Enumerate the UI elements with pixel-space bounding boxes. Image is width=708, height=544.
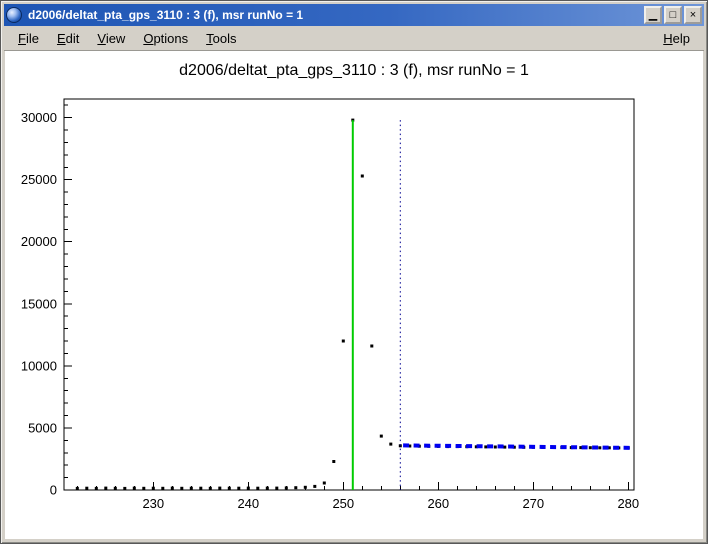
minimize-button[interactable]: ▁	[644, 6, 662, 24]
window-controls: ▁ □ ×	[644, 6, 702, 24]
x-axis: 230 240 250 260 270 280	[77, 482, 639, 511]
svg-text:20000: 20000	[21, 234, 57, 249]
svg-text:10000: 10000	[21, 358, 57, 373]
menu-file[interactable]: File	[9, 28, 48, 49]
svg-text:270: 270	[522, 496, 544, 511]
plot-frame	[64, 99, 634, 490]
menu-edit[interactable]: Edit	[48, 28, 88, 49]
app-icon	[6, 7, 22, 23]
menu-bar: File Edit View Options Tools Help	[4, 26, 704, 51]
svg-text:240: 240	[237, 496, 259, 511]
svg-text:250: 250	[332, 496, 354, 511]
svg-text:280: 280	[617, 496, 639, 511]
menu-tools[interactable]: Tools	[197, 28, 245, 49]
svg-text:5000: 5000	[28, 420, 57, 435]
plot-svg[interactable]: 0500010000150002000025000300002302402502…	[5, 51, 705, 541]
svg-text:230: 230	[142, 496, 164, 511]
maximize-button[interactable]: □	[664, 6, 682, 24]
svg-text:30000: 30000	[21, 110, 57, 125]
plot-canvas[interactable]: d2006/deltat_pta_gps_3110 : 3 (f), msr r…	[5, 51, 703, 539]
menu-help[interactable]: Help	[654, 28, 699, 49]
theory-line	[403, 445, 632, 448]
svg-text:15000: 15000	[21, 296, 57, 311]
menu-options[interactable]: Options	[134, 28, 197, 49]
svg-text:0: 0	[50, 483, 57, 498]
main-window: d2006/deltat_pta_gps_3110 : 3 (f), msr r…	[0, 0, 708, 544]
window-title: d2006/deltat_pta_gps_3110 : 3 (f), msr r…	[26, 8, 640, 22]
svg-text:25000: 25000	[21, 172, 57, 187]
menu-view[interactable]: View	[88, 28, 134, 49]
title-bar[interactable]: d2006/deltat_pta_gps_3110 : 3 (f), msr r…	[4, 4, 704, 26]
svg-text:260: 260	[427, 496, 449, 511]
close-button[interactable]: ×	[684, 6, 702, 24]
